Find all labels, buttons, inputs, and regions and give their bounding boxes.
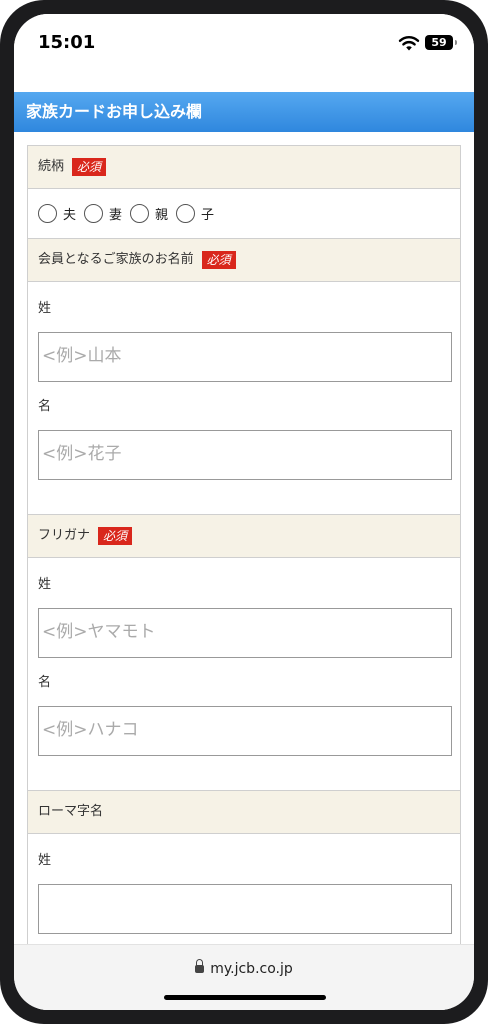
member-name-body: 姓 <例>山本 名 <例>花子 bbox=[28, 282, 460, 515]
radio-option-parent[interactable]: 親 bbox=[130, 204, 168, 223]
radio-button[interactable] bbox=[130, 204, 150, 223]
radio-button[interactable] bbox=[38, 204, 57, 223]
furigana-last-label: 姓 bbox=[38, 577, 52, 592]
required-badge: 必須 bbox=[201, 250, 236, 269]
required-badge: 必須 bbox=[72, 157, 107, 176]
device-frame: 15:01 59 家族カードお申し込み欄 続柄 必須 夫 妻 親 子 会員となる… bbox=[0, 0, 488, 1024]
wifi-icon bbox=[398, 36, 420, 51]
home-indicator[interactable] bbox=[164, 995, 326, 1000]
last-name-input[interactable]: <例>山本 bbox=[38, 332, 452, 382]
first-name-input[interactable]: <例>花子 bbox=[38, 430, 452, 480]
battery-icon: 59 bbox=[425, 35, 457, 50]
last-name-label: 姓 bbox=[38, 301, 52, 316]
furigana-first-input[interactable]: <例>ハナコ bbox=[38, 706, 452, 756]
required-badge: 必須 bbox=[98, 526, 133, 545]
romaji-header: ローマ字名 bbox=[28, 791, 460, 834]
relationship-label: 続柄 bbox=[38, 159, 65, 174]
furigana-first-label: 名 bbox=[38, 675, 52, 690]
browser-bottom-bar: my.jcb.co.jp bbox=[14, 944, 474, 1010]
radio-label: 親 bbox=[155, 208, 169, 223]
radio-option-child[interactable]: 子 bbox=[176, 204, 214, 223]
family-card-form: 続柄 必須 夫 妻 親 子 会員となるご家族のお名前 必須 姓 <例>山本 名 … bbox=[27, 145, 461, 1010]
status-bar: 15:01 59 bbox=[14, 14, 474, 92]
member-name-header: 会員となるご家族のお名前 必須 bbox=[28, 239, 460, 282]
lock-icon bbox=[195, 959, 205, 973]
relationship-radio-group: 夫 妻 親 子 bbox=[28, 189, 460, 239]
radio-label: 妻 bbox=[109, 208, 123, 223]
page-title: 家族カードお申し込み欄 bbox=[14, 92, 474, 132]
furigana-last-input[interactable]: <例>ヤマモト bbox=[38, 608, 452, 658]
status-time: 15:01 bbox=[38, 32, 96, 53]
furigana-body: 姓 <例>ヤマモト 名 <例>ハナコ bbox=[28, 558, 460, 791]
radio-button[interactable] bbox=[84, 204, 104, 223]
radio-label: 夫 bbox=[63, 208, 77, 223]
url-text: my.jcb.co.jp bbox=[210, 961, 293, 977]
radio-option-wife[interactable]: 妻 bbox=[84, 204, 122, 223]
romaji-last-label: 姓 bbox=[38, 853, 52, 868]
furigana-header: フリガナ 必須 bbox=[28, 515, 460, 558]
relationship-header: 続柄 必須 bbox=[28, 146, 460, 189]
romaji-last-input[interactable] bbox=[38, 884, 452, 934]
furigana-label: フリガナ bbox=[38, 528, 91, 543]
radio-option-husband[interactable]: 夫 bbox=[38, 204, 76, 223]
radio-button[interactable] bbox=[176, 204, 196, 223]
romaji-label: ローマ字名 bbox=[38, 804, 104, 819]
screen: 15:01 59 家族カードお申し込み欄 続柄 必須 夫 妻 親 子 会員となる… bbox=[14, 14, 474, 1010]
address-bar[interactable]: my.jcb.co.jp bbox=[14, 959, 474, 977]
radio-label: 子 bbox=[201, 208, 215, 223]
member-name-label: 会員となるご家族のお名前 bbox=[38, 252, 194, 267]
first-name-label: 名 bbox=[38, 399, 52, 414]
